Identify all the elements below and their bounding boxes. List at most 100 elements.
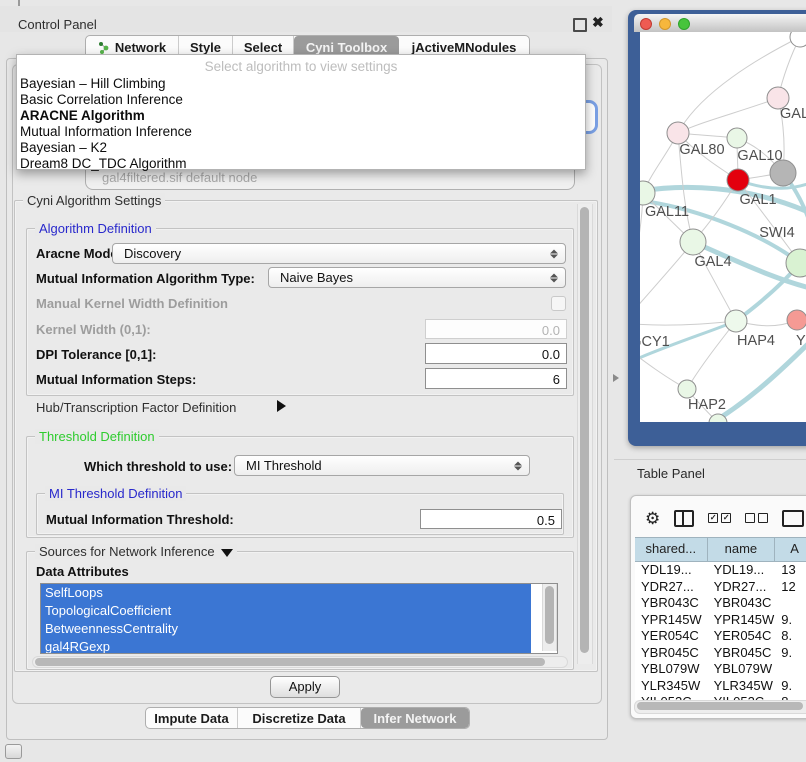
kernel-width-field[interactable]: 0.0 <box>425 319 567 339</box>
attr-list-scrollbar-thumb[interactable] <box>545 586 554 644</box>
network-node-hap2[interactable] <box>678 380 696 398</box>
network-edge[interactable] <box>640 242 693 323</box>
gear-icon[interactable]: ⚙ <box>645 510 660 527</box>
network-edge[interactable] <box>678 98 778 133</box>
table-row[interactable]: YDR27...YDR27...12 <box>635 579 806 596</box>
attribute-item-gal4rgexp[interactable]: gal4RGexp <box>41 638 531 654</box>
minimize-traffic-light-icon[interactable] <box>659 18 671 30</box>
attribute-item-selfloops[interactable]: SelfLoops <box>41 584 531 602</box>
split-columns-icon[interactable] <box>674 510 694 527</box>
table-row[interactable]: YBL079WYBL079W <box>635 661 806 678</box>
data-attributes-label: Data Attributes <box>36 564 129 579</box>
node-label-gal11: GAL11 <box>645 204 689 220</box>
zoom-traffic-light-icon[interactable] <box>678 18 690 30</box>
attr-list-hscrollbar-thumb[interactable] <box>35 658 545 666</box>
attr-list-scrollbar[interactable] <box>542 584 557 651</box>
table-row[interactable]: YPR145WYPR145W9. <box>635 612 806 629</box>
algorithm-option-bayesian-k2[interactable]: Bayesian – K2 <box>17 140 585 156</box>
tab-infer-network[interactable]: Infer Network <box>361 708 469 728</box>
network-edge[interactable] <box>640 321 736 325</box>
settings-scrollbar[interactable] <box>577 204 593 664</box>
settings-scrollbar-thumb[interactable] <box>580 207 589 653</box>
splitter-arrow-icon[interactable] <box>613 374 619 382</box>
close-traffic-light-icon[interactable] <box>640 18 652 30</box>
table-body: YDL19...YDL19...13YDR27...YDR27...12YBR0… <box>635 562 806 700</box>
table-cell: 12 <box>775 579 806 596</box>
network-edge[interactable] <box>640 193 643 282</box>
attribute-item-betweennesscentrality[interactable]: BetweennessCentrality <box>41 620 531 638</box>
table-cell: YBR045C <box>708 645 776 662</box>
network-icon <box>98 41 110 54</box>
expand-arrow-icon[interactable] <box>277 400 286 412</box>
table-hscrollbar[interactable] <box>634 700 806 714</box>
node-label-gal80: GAL80 <box>679 142 724 158</box>
table-cell: YBL079W <box>708 661 776 678</box>
tab-label: Network <box>115 40 166 55</box>
network-node-gal10[interactable] <box>727 128 747 148</box>
algorithm-option-dream8-dc-tdc-algorithm[interactable]: Dream8 DC_TDC Algorithm <box>17 156 585 172</box>
threshold-definition-title: Threshold Definition <box>35 429 159 444</box>
mi-type-combo[interactable]: Naive Bayes <box>268 267 566 288</box>
table-icon[interactable] <box>782 510 804 527</box>
table-cell: 9. <box>775 612 806 629</box>
combo-arrows-icon <box>550 272 558 283</box>
collapse-arrow-icon[interactable] <box>221 549 233 557</box>
mi-threshold-field[interactable]: 0.5 <box>420 509 562 529</box>
network-window-titlebar[interactable] <box>634 14 806 32</box>
attr-list-hscrollbar[interactable] <box>32 656 568 668</box>
table-panel: ⚙ ✓✓ shared...nameA YDL19...YDL19...13YD… <box>630 495 806 719</box>
which-threshold-combo[interactable]: MI Threshold <box>234 455 530 476</box>
combo-arrows-icon <box>550 248 558 259</box>
column-header-shared[interactable]: shared... <box>635 538 708 561</box>
network-node-hap4[interactable] <box>725 310 747 332</box>
node-label-swi4: SWI4 <box>759 225 794 241</box>
close-icon[interactable]: ✖ <box>592 14 604 31</box>
algorithm-option-mutual-information-inference[interactable]: Mutual Information Inference <box>17 124 585 140</box>
algorithm-option-bayesian-hill-climbing[interactable]: Bayesian – Hill Climbing <box>17 76 585 92</box>
column-header-name[interactable]: name <box>708 538 776 561</box>
table-panel-title: Table Panel <box>637 466 705 481</box>
algorithm-definition-title: Algorithm Definition <box>35 221 156 236</box>
manual-kernel-checkbox[interactable] <box>551 296 566 311</box>
algorithm-dropdown: Select algorithm to view settings Bayesi… <box>16 54 586 170</box>
network-node-gal4[interactable] <box>680 229 706 255</box>
manual-kernel-label: Manual Kernel Width Definition <box>36 296 228 311</box>
aracne-mode-combo[interactable]: Discovery <box>112 243 566 264</box>
select-checkboxes-icon[interactable]: ✓✓ <box>708 513 731 523</box>
algorithm-option-aracne-algorithm[interactable]: ARACNE Algorithm <box>17 108 585 124</box>
tab-discretize-data[interactable]: Discretize Data <box>238 708 361 728</box>
node-label-gal1: GAL1 <box>739 192 776 208</box>
cyni-bottom-tabbar: Impute DataDiscretize DataInfer Network <box>145 707 470 729</box>
table-row[interactable]: YLR345WYLR345W9. <box>635 678 806 695</box>
network-node-gal80[interactable] <box>667 122 689 144</box>
deselect-checkboxes-icon[interactable] <box>745 513 768 523</box>
network-node[interactable] <box>790 32 806 47</box>
node-table: shared...nameA YDL19...YDL19...13YDR27..… <box>635 537 806 700</box>
apply-button[interactable]: Apply <box>270 676 340 698</box>
network-canvas[interactable]: GALGAL80GAL10GAL1GAL11SWI4GAL4GCY1HAP4YH… <box>640 32 806 422</box>
mi-steps-field[interactable]: 6 <box>425 368 567 389</box>
tab-impute-data[interactable]: Impute Data <box>146 708 238 728</box>
table-hscrollbar-thumb[interactable] <box>637 702 803 710</box>
node-label-gcy1: GCY1 <box>640 334 670 350</box>
table-row[interactable]: YER054CYER054C8. <box>635 628 806 645</box>
minimized-panel-icon[interactable] <box>5 744 22 759</box>
cyni-settings-group-title: Cyni Algorithm Settings <box>23 193 165 208</box>
network-node-y[interactable] <box>787 310 806 330</box>
table-row[interactable]: YBR043CYBR043C <box>635 595 806 612</box>
node-label-gal4: GAL4 <box>694 254 731 270</box>
tab-label: Select <box>244 40 282 55</box>
mi-steps-label: Mutual Information Steps: <box>36 372 196 387</box>
table-cell <box>775 661 806 678</box>
data-attributes-list[interactable]: SelfLoopsTopologicalCoefficientBetweenne… <box>40 583 558 654</box>
table-toolbar: ⚙ ✓✓ <box>637 504 806 532</box>
table-row[interactable]: YBR045CYBR045C9. <box>635 645 806 662</box>
table-row[interactable]: YDL19...YDL19...13 <box>635 562 806 579</box>
float-window-icon[interactable] <box>573 18 587 32</box>
table-cell: 9. <box>775 645 806 662</box>
dpi-tolerance-field[interactable]: 0.0 <box>425 343 567 364</box>
algorithm-option-basic-correlation-inference[interactable]: Basic Correlation Inference <box>17 92 585 108</box>
column-header-a[interactable]: A <box>775 538 806 561</box>
attribute-item-topologicalcoefficient[interactable]: TopologicalCoefficient <box>41 602 531 620</box>
network-node-gal1[interactable] <box>727 169 749 191</box>
